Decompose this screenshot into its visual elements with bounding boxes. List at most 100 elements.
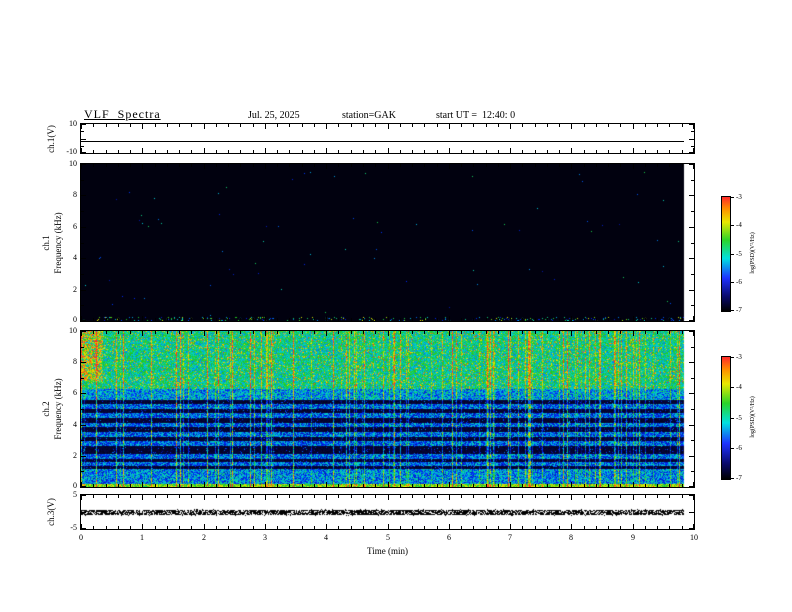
x-minor-tick bbox=[289, 124, 290, 127]
x-minor-tick bbox=[106, 331, 107, 334]
x-minor-tick bbox=[130, 526, 131, 529]
x-minor-tick bbox=[412, 331, 413, 334]
x-minor-tick bbox=[584, 164, 585, 167]
x-major-tick bbox=[510, 482, 511, 487]
x-minor-tick bbox=[351, 526, 352, 529]
x-minor-tick bbox=[620, 331, 621, 334]
y-minor-tick bbox=[81, 146, 84, 147]
x-minor-tick bbox=[130, 484, 131, 487]
x-minor-tick bbox=[559, 331, 560, 334]
x-major-tick bbox=[633, 495, 634, 500]
x-minor-tick bbox=[179, 164, 180, 167]
x-major-tick bbox=[633, 316, 634, 321]
x-minor-tick bbox=[253, 318, 254, 321]
y-major-tick bbox=[81, 258, 86, 259]
panel-ch1spec bbox=[80, 163, 695, 322]
y-minor-tick bbox=[81, 211, 84, 212]
x-minor-tick bbox=[412, 124, 413, 127]
y-major-tick bbox=[689, 139, 694, 140]
x-minor-tick bbox=[155, 318, 156, 321]
y-minor-tick bbox=[691, 409, 694, 410]
x-minor-tick bbox=[179, 150, 180, 153]
y-minor-tick bbox=[691, 378, 694, 379]
x-minor-tick bbox=[657, 124, 658, 127]
x-minor-tick bbox=[424, 164, 425, 167]
x-minor-tick bbox=[412, 164, 413, 167]
x-minor-tick bbox=[375, 318, 376, 321]
x-minor-tick bbox=[118, 164, 119, 167]
x-minor-tick bbox=[167, 124, 168, 127]
x-minor-tick bbox=[400, 318, 401, 321]
colorbar-tick bbox=[731, 225, 734, 226]
x-minor-tick bbox=[645, 318, 646, 321]
x-minor-tick bbox=[191, 484, 192, 487]
x-major-tick bbox=[204, 124, 205, 129]
x-minor-tick bbox=[498, 124, 499, 127]
x-minor-tick bbox=[277, 164, 278, 167]
x-minor-tick bbox=[191, 495, 192, 498]
x-minor-tick bbox=[338, 318, 339, 321]
x-minor-tick bbox=[437, 495, 438, 498]
x-minor-tick bbox=[535, 164, 536, 167]
colorbar-tick bbox=[731, 418, 734, 419]
x-major-tick bbox=[449, 331, 450, 336]
y-major-tick bbox=[689, 456, 694, 457]
x-minor-tick bbox=[167, 318, 168, 321]
x-major-tick bbox=[571, 148, 572, 153]
x-minor-tick bbox=[682, 331, 683, 334]
x-minor-tick bbox=[240, 484, 241, 487]
x-minor-tick bbox=[130, 495, 131, 498]
x-minor-tick bbox=[620, 164, 621, 167]
y-major-tick bbox=[689, 227, 694, 228]
y-major-tick bbox=[689, 258, 694, 259]
x-minor-tick bbox=[228, 150, 229, 153]
x-major-tick bbox=[449, 124, 450, 129]
x-minor-tick bbox=[118, 495, 119, 498]
x-minor-tick bbox=[596, 164, 597, 167]
y-major-tick bbox=[81, 362, 86, 363]
x-major-tick bbox=[326, 316, 327, 321]
y-major-tick bbox=[81, 227, 86, 228]
y-major-tick bbox=[81, 456, 86, 457]
x-minor-tick bbox=[584, 526, 585, 529]
colorbar-tick bbox=[731, 197, 734, 198]
x-minor-tick bbox=[400, 526, 401, 529]
x-minor-tick bbox=[167, 526, 168, 529]
x-minor-tick bbox=[412, 495, 413, 498]
x-minor-tick bbox=[669, 526, 670, 529]
x-major-tick bbox=[326, 524, 327, 529]
x-minor-tick bbox=[130, 318, 131, 321]
x-minor-tick bbox=[338, 164, 339, 167]
x-minor-tick bbox=[228, 318, 229, 321]
x-minor-tick bbox=[118, 484, 119, 487]
colorbar-ch2 bbox=[721, 356, 731, 480]
x-minor-tick bbox=[473, 124, 474, 127]
x-minor-tick bbox=[93, 495, 94, 498]
y-minor-tick bbox=[81, 180, 84, 181]
x-minor-tick bbox=[584, 318, 585, 321]
x-minor-tick bbox=[130, 150, 131, 153]
y-major-tick bbox=[81, 164, 86, 165]
x-minor-tick bbox=[682, 526, 683, 529]
y-major-tick bbox=[81, 195, 86, 196]
x-tick-label: 2 bbox=[202, 533, 206, 542]
x-minor-tick bbox=[645, 331, 646, 334]
axis-left-label: ch.3(V) bbox=[46, 498, 56, 526]
y-tick-label: 10 bbox=[69, 159, 77, 168]
x-major-tick bbox=[388, 316, 389, 321]
ch1-trace bbox=[81, 141, 684, 142]
x-minor-tick bbox=[535, 124, 536, 127]
x-minor-tick bbox=[351, 150, 352, 153]
y-minor-tick bbox=[691, 440, 694, 441]
y-minor-tick bbox=[691, 274, 694, 275]
y-major-tick bbox=[689, 362, 694, 363]
x-minor-tick bbox=[338, 331, 339, 334]
x-major-tick bbox=[326, 148, 327, 153]
x-minor-tick bbox=[424, 124, 425, 127]
x-minor-tick bbox=[351, 331, 352, 334]
x-minor-tick bbox=[608, 526, 609, 529]
x-minor-tick bbox=[584, 124, 585, 127]
x-minor-tick bbox=[277, 495, 278, 498]
x-minor-tick bbox=[424, 318, 425, 321]
y-major-tick bbox=[689, 495, 694, 496]
